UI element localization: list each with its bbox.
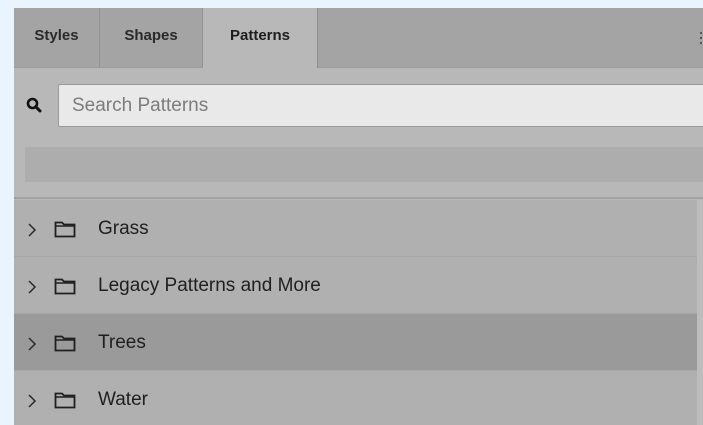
- folder-icon: [54, 334, 76, 352]
- panel-tab-bar: Styles Shapes Patterns: [14, 8, 703, 68]
- folder-row-water[interactable]: Water: [14, 371, 697, 425]
- folder-label: Legacy Patterns and More: [98, 275, 321, 296]
- chevron-right-icon[interactable]: [27, 336, 37, 351]
- divider: [14, 197, 703, 199]
- tab-styles[interactable]: Styles: [14, 8, 100, 67]
- patterns-panel: Styles Shapes Patterns Grass: [14, 8, 703, 425]
- chevron-right-icon[interactable]: [27, 222, 37, 237]
- folder-icon: [54, 277, 76, 295]
- tab-shapes[interactable]: Shapes: [100, 8, 203, 67]
- pattern-folder-list: Grass Legacy Patterns and More Trees Wat…: [14, 200, 703, 425]
- folder-label: Grass: [98, 218, 149, 239]
- folder-row-trees[interactable]: Trees: [14, 314, 697, 371]
- search-input[interactable]: [58, 84, 703, 127]
- chevron-right-icon[interactable]: [27, 393, 37, 408]
- chevron-right-icon[interactable]: [27, 279, 37, 294]
- search-icon[interactable]: [26, 97, 42, 113]
- preset-strip: [25, 147, 703, 182]
- search-row: [14, 84, 703, 129]
- folder-row-legacy-patterns[interactable]: Legacy Patterns and More: [14, 257, 697, 314]
- panel-menu-icon[interactable]: [699, 32, 703, 44]
- folder-label: Water: [98, 389, 148, 410]
- folder-icon: [54, 391, 76, 409]
- tab-patterns[interactable]: Patterns: [203, 8, 318, 68]
- folder-label: Trees: [98, 332, 146, 353]
- folder-row-grass[interactable]: Grass: [14, 200, 697, 257]
- folder-icon: [54, 220, 76, 238]
- scrollbar-track[interactable]: [697, 200, 703, 425]
